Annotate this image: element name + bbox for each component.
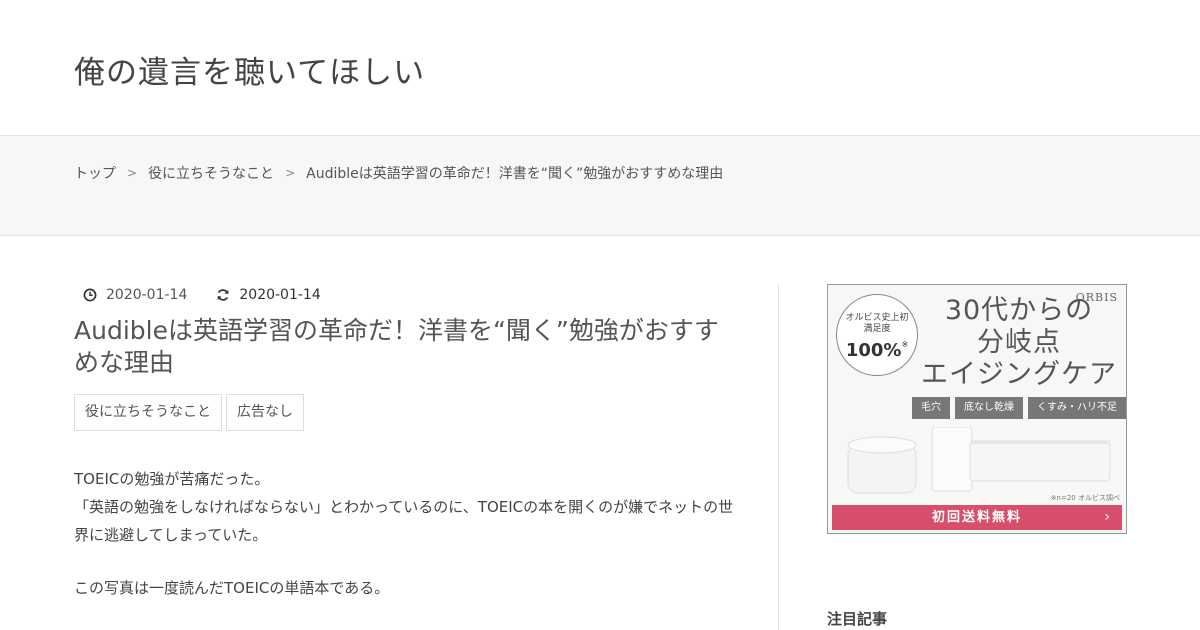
published-date: 2020-01-14 xyxy=(106,287,188,303)
refresh-icon xyxy=(215,287,231,303)
ad-badge-number: 100% xyxy=(845,340,902,361)
breadcrumb-item-top[interactable]: トップ xyxy=(74,163,116,183)
ad-headline: 30代からの 分岐点 エイジングケア xyxy=(910,295,1126,391)
ad-chip: 毛穴 xyxy=(912,397,950,419)
ad-chip: 底なし乾燥 xyxy=(955,397,1023,419)
body-paragraph: この写真は一度読んだTOEICの単語本である。 xyxy=(74,579,390,597)
site-header: 俺の遺言を聴いてほしい xyxy=(0,0,1200,136)
ad-concern-chips: 毛穴 底なし乾燥 くすみ・ハリ不足 xyxy=(912,397,1126,419)
column-divider xyxy=(778,284,779,630)
post-meta: 2020-01-14 2020-01-14 xyxy=(82,287,321,303)
chevron-right-icon: › xyxy=(1104,509,1112,525)
ad-cta-label: 初回送料無料 xyxy=(931,510,1022,525)
ad-footnote: ※n=20 オルビス調べ xyxy=(1050,494,1120,502)
breadcrumb-item-category[interactable]: 役に立ちそうなこと xyxy=(148,163,274,183)
site-title[interactable]: 俺の遺言を聴いてほしい xyxy=(74,47,425,92)
ad-headline-line: 30代からの xyxy=(944,295,1094,326)
breadcrumb-separator: > xyxy=(127,166,138,180)
post-tags: 役に立ちそうなこと 広告なし xyxy=(74,394,304,431)
ad-badge-mark: ※ xyxy=(901,340,909,349)
ad-badge-line2: 満足度 xyxy=(863,324,891,334)
ad-cta-button[interactable]: 初回送料無料 › xyxy=(832,505,1122,530)
breadcrumb-item-current: Audibleは英語学習の革命だ！洋書を“聞く”勉強がおすすめな理由 xyxy=(306,166,724,182)
sidebar-ad-banner[interactable]: ORBIS オルビス史上初 満足度 100%※ 30代からの 分岐点 エイジング… xyxy=(827,284,1127,534)
updated-date: 2020-01-14 xyxy=(239,287,321,303)
tag-no-ads[interactable]: 広告なし xyxy=(226,394,304,431)
ad-satisfaction-badge: オルビス史上初 満足度 100%※ xyxy=(836,294,918,376)
clock-icon xyxy=(82,287,98,303)
body-paragraph: 「英語の勉強をしなければならない」とわかっているのに、TOEICの本を開くのが嫌… xyxy=(74,498,734,544)
ad-badge-value: 100%※ xyxy=(837,340,917,361)
ad-badge-line1: オルビス史上初 xyxy=(845,313,909,323)
post-title: Audibleは英語学習の革命だ！洋書を“聞く”勉強がおすすめな理由 xyxy=(74,316,719,377)
ad-chip: くすみ・ハリ不足 xyxy=(1028,397,1126,419)
featured-articles-heading: 注目記事 xyxy=(827,610,888,628)
ad-headline-line: エイジングケア xyxy=(921,359,1117,390)
breadcrumb-separator: > xyxy=(285,166,296,180)
ad-headline-line: 分岐点 xyxy=(977,327,1061,358)
breadcrumb-bar xyxy=(0,136,1200,236)
body-paragraph: TOEICの勉強が苦痛だった。 xyxy=(74,470,270,488)
breadcrumb: トップ > 役に立ちそうなこと > Audibleは英語学習の革命だ！洋書を“聞… xyxy=(74,163,723,183)
ad-product-image xyxy=(847,427,1111,494)
post-body: TOEICの勉強が苦痛だった。 「英語の勉強をしなければならない」とわかっている… xyxy=(74,465,734,602)
tag-category[interactable]: 役に立ちそうなこと xyxy=(74,394,222,431)
